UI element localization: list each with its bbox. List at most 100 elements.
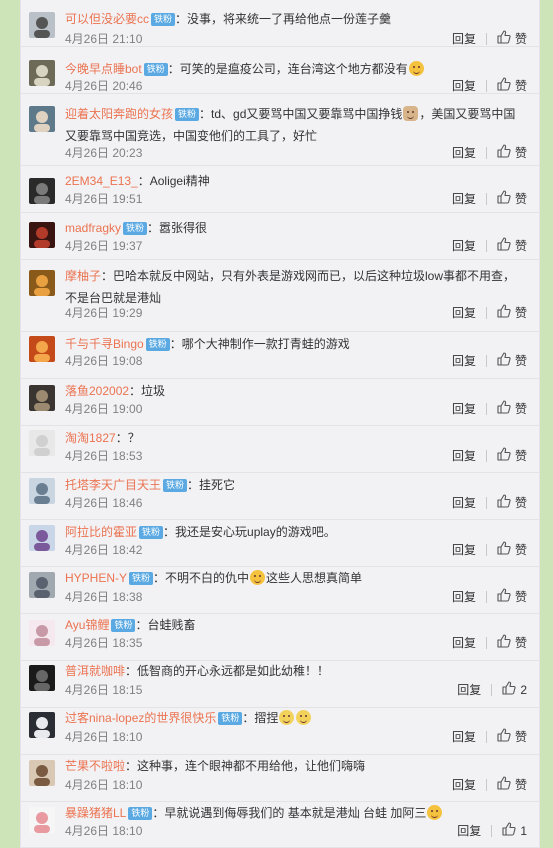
comment-body: ：挂死它 bbox=[187, 478, 236, 492]
reply-button[interactable]: 回复 bbox=[452, 237, 476, 255]
like-button[interactable]: 赞 bbox=[497, 29, 527, 49]
avatar[interactable] bbox=[29, 178, 55, 204]
comment-meta: 4月26日 20:23 回复 赞 bbox=[65, 143, 527, 163]
comment-body: ：？ bbox=[115, 431, 140, 445]
comment-actions: 回复 赞 bbox=[452, 399, 527, 419]
like-count: 赞 bbox=[514, 402, 527, 416]
username-link[interactable]: 普洱就咖啡 bbox=[65, 664, 125, 678]
like-button[interactable]: 赞 bbox=[497, 76, 527, 96]
reply-button[interactable]: 回复 bbox=[452, 494, 476, 512]
like-button[interactable]: 赞 bbox=[497, 775, 527, 795]
avatar[interactable] bbox=[29, 760, 55, 786]
username-link[interactable]: 千与千寻Bingo bbox=[65, 337, 144, 351]
fan-badge[interactable]: 铁粉 bbox=[128, 807, 153, 820]
like-button[interactable]: 赞 bbox=[497, 351, 527, 371]
divider bbox=[485, 240, 487, 252]
avatar[interactable] bbox=[29, 572, 55, 598]
reply-button[interactable]: 回复 bbox=[452, 447, 476, 465]
reply-button[interactable]: 回复 bbox=[452, 541, 476, 559]
username-link[interactable]: 摩柚子 bbox=[65, 269, 101, 283]
reply-button[interactable]: 回复 bbox=[452, 304, 476, 322]
reply-button[interactable]: 回复 bbox=[452, 144, 476, 162]
like-button[interactable]: 赞 bbox=[497, 399, 527, 419]
comment-actions: 回复 赞 bbox=[452, 76, 527, 96]
fan-badge[interactable]: 铁粉 bbox=[143, 63, 168, 76]
reply-button[interactable]: 回复 bbox=[452, 588, 476, 606]
avatar[interactable] bbox=[29, 525, 55, 551]
like-button[interactable]: 赞 bbox=[497, 633, 527, 653]
avatar[interactable] bbox=[29, 620, 55, 646]
avatar[interactable] bbox=[29, 665, 55, 691]
comment-meta: 4月26日 18:35 回复 赞 bbox=[65, 633, 527, 653]
comment-meta: 4月26日 19:29 回复 赞 bbox=[65, 303, 527, 323]
like-button[interactable]: 1 bbox=[502, 821, 527, 841]
like-button[interactable]: 赞 bbox=[497, 727, 527, 747]
avatar[interactable] bbox=[29, 430, 55, 456]
username-link[interactable]: 可以但没必要cc bbox=[65, 12, 149, 26]
fan-badge[interactable]: 铁粉 bbox=[145, 338, 170, 351]
username-link[interactable]: madfragky bbox=[65, 221, 121, 235]
reply-button[interactable]: 回复 bbox=[452, 776, 476, 794]
comment-meta: 4月26日 19:37 回复 赞 bbox=[65, 236, 527, 256]
avatar[interactable] bbox=[29, 478, 55, 504]
like-button[interactable]: 赞 bbox=[497, 446, 527, 466]
reply-button[interactable]: 回复 bbox=[457, 681, 481, 699]
avatar[interactable] bbox=[29, 270, 55, 296]
fan-badge[interactable]: 铁粉 bbox=[175, 108, 200, 121]
reply-button[interactable]: 回复 bbox=[452, 77, 476, 95]
fan-badge[interactable]: 铁粉 bbox=[139, 526, 164, 539]
like-button[interactable]: 赞 bbox=[497, 303, 527, 323]
divider bbox=[485, 731, 487, 743]
reply-button[interactable]: 回复 bbox=[452, 352, 476, 370]
avatar[interactable] bbox=[29, 12, 55, 38]
avatar[interactable] bbox=[29, 106, 55, 132]
laugh-emoji-icon bbox=[427, 805, 443, 820]
username-link[interactable]: 暴躁猪猪LL bbox=[65, 806, 126, 820]
fan-badge[interactable]: 铁粉 bbox=[111, 619, 136, 632]
reply-button[interactable]: 回复 bbox=[452, 728, 476, 746]
like-button[interactable]: 2 bbox=[502, 680, 527, 700]
avatar[interactable] bbox=[29, 60, 55, 86]
comment-time: 4月26日 18:10 bbox=[65, 730, 143, 744]
reply-button[interactable]: 回复 bbox=[452, 30, 476, 48]
fan-badge[interactable]: 铁粉 bbox=[129, 572, 154, 585]
comment-time: 4月26日 19:51 bbox=[65, 192, 143, 206]
fan-badge[interactable]: 铁粉 bbox=[123, 222, 148, 235]
username-link[interactable]: 芒果不啦啦 bbox=[65, 759, 125, 773]
username-link[interactable]: 迎着太阳奔跑的女孩 bbox=[65, 107, 173, 121]
comment-meta: 4月26日 18:10 回复 1 bbox=[65, 821, 527, 841]
reply-button[interactable]: 回复 bbox=[457, 822, 481, 840]
username-link[interactable]: 托塔李天广目天王 bbox=[65, 478, 161, 492]
avatar[interactable] bbox=[29, 807, 55, 833]
like-button[interactable]: 赞 bbox=[497, 189, 527, 209]
fan-badge[interactable]: 铁粉 bbox=[151, 13, 176, 26]
username-link[interactable]: 过客nina-lopez的世界很快乐 bbox=[65, 711, 216, 725]
comment-text: 2EM34_E13_：Aoligei精神 bbox=[65, 170, 527, 192]
fan-badge[interactable]: 铁粉 bbox=[218, 712, 243, 725]
comment-item: HYPHEN-Y 铁粉 ：不明不白的仇中 这些人思想真简单 4月26日 18:38 回复 赞 bbox=[21, 567, 539, 614]
reply-button[interactable]: 回复 bbox=[452, 190, 476, 208]
fan-badge[interactable]: 铁粉 bbox=[163, 479, 188, 492]
username-link[interactable]: 阿拉比的霍亚 bbox=[65, 525, 137, 539]
avatar[interactable] bbox=[29, 712, 55, 738]
username-link[interactable]: 2EM34_E13_ bbox=[65, 174, 138, 188]
username-link[interactable]: 今晚早点睡bot bbox=[65, 62, 142, 76]
reply-button[interactable]: 回复 bbox=[452, 634, 476, 652]
like-button[interactable]: 赞 bbox=[497, 587, 527, 607]
avatar[interactable] bbox=[29, 336, 55, 362]
username-link[interactable]: Ayu锦鲤 bbox=[65, 618, 109, 632]
comment-text: 迎着太阳奔跑的女孩 铁粉 ：td、gd又要骂中国又要靠骂中国挣钱 ，美国又要骂中国又要… bbox=[65, 103, 527, 147]
like-button[interactable]: 赞 bbox=[497, 493, 527, 513]
username-link[interactable]: 淘淘1827 bbox=[65, 431, 116, 445]
divider bbox=[485, 497, 487, 509]
like-button[interactable]: 赞 bbox=[497, 540, 527, 560]
username-link[interactable]: HYPHEN-Y bbox=[65, 571, 127, 585]
avatar[interactable] bbox=[29, 222, 55, 248]
reply-button[interactable]: 回复 bbox=[452, 400, 476, 418]
comment-body: ：这种事，连个眼神都不用给他，让他们嗨嗨 bbox=[125, 759, 366, 773]
like-button[interactable]: 赞 bbox=[497, 236, 527, 256]
like-button[interactable]: 赞 bbox=[497, 143, 527, 163]
username-link[interactable]: 落鱼202002 bbox=[65, 384, 129, 398]
divider bbox=[485, 450, 487, 462]
avatar[interactable] bbox=[29, 385, 55, 411]
